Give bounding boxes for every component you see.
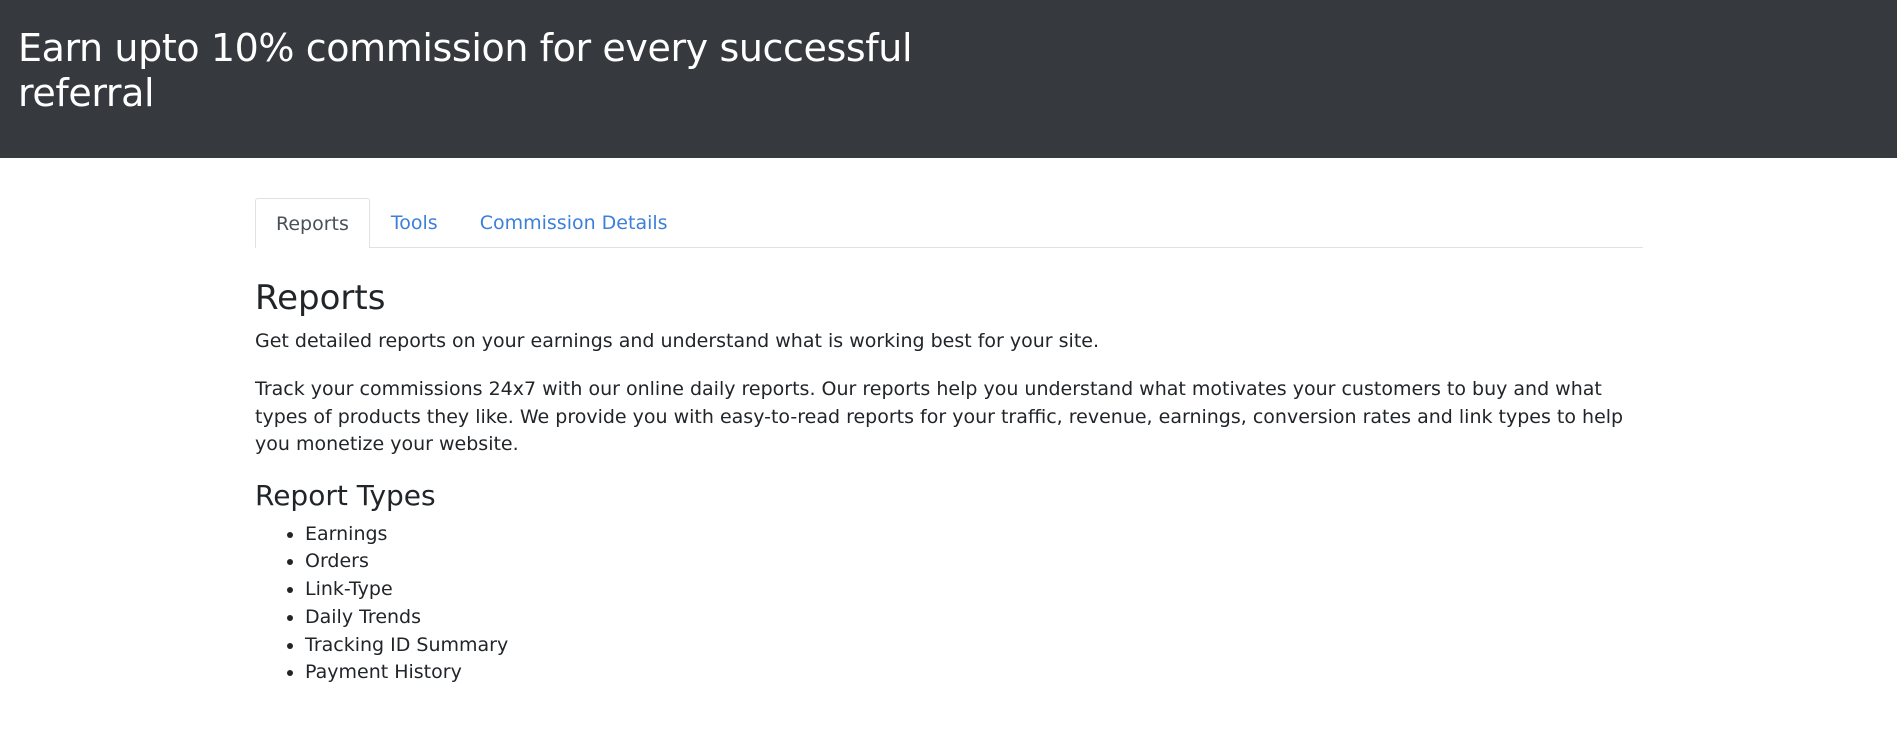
tab-reports[interactable]: Reports (255, 198, 370, 248)
tab-bar: Reports Tools Commission Details (255, 198, 1643, 248)
report-types-heading: Report Types (255, 478, 436, 512)
report-type-earnings: Earnings (305, 521, 1643, 549)
tab-tools[interactable]: Tools (370, 198, 459, 247)
report-type-link-type: Link-Type (305, 576, 1643, 604)
report-type-payment-history: Payment History (305, 659, 1643, 687)
report-type-tracking-id-summary: Tracking ID Summary (305, 632, 1643, 660)
reports-heading: Reports (255, 278, 386, 318)
main-content: Reports Tools Commission Details Reports… (255, 198, 1643, 687)
reports-lead-text: Get detailed reports on your earnings an… (255, 330, 1100, 352)
reports-description: Track your commissions 24x7 with our onl… (255, 378, 1624, 455)
report-type-daily-trends: Daily Trends (305, 604, 1643, 632)
tab-commission-details[interactable]: Commission Details (459, 198, 689, 247)
report-types-list: Earnings Orders Link-Type Daily Trends T… (255, 521, 1643, 688)
report-type-orders: Orders (305, 548, 1643, 576)
hero-banner: Earn upto 10% commission for every succe… (0, 0, 1897, 158)
hero-title: Earn upto 10% commission for every succe… (18, 26, 913, 115)
reports-panel: Reports Get detailed reports on your ear… (255, 278, 1643, 687)
